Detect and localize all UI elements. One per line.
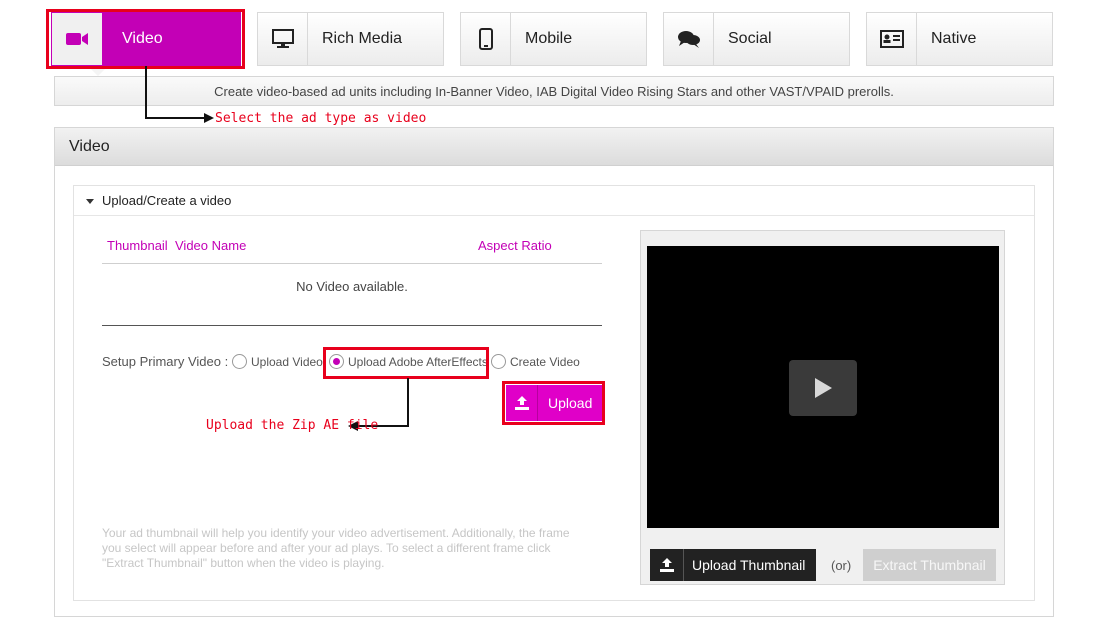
upload-label: Upload (548, 395, 593, 411)
radio-create-video[interactable]: Create Video (491, 354, 580, 369)
tab-video[interactable]: Video (51, 12, 241, 66)
setup-label: Setup Primary Video : (102, 354, 229, 369)
mobile-phone-icon (461, 13, 511, 65)
radio-upload-after-effects[interactable]: Upload Adobe AfterEffects (329, 354, 488, 369)
radio-label: Upload Adobe AfterEffects (348, 354, 488, 369)
radio-upload-video[interactable]: Upload Video (232, 354, 323, 369)
tab-label: Social (728, 30, 772, 47)
radio-button-selected[interactable] (329, 354, 344, 369)
upload-thumbnail-button[interactable]: Upload Thumbnail (650, 549, 816, 581)
upload-icon (650, 549, 684, 581)
radio-label: Create Video (510, 354, 580, 369)
video-camera-icon (52, 13, 102, 65)
tab-mobile[interactable]: Mobile (460, 12, 647, 66)
caret-down-icon (86, 199, 94, 205)
empty-message: No Video available. (296, 279, 408, 294)
monitor-icon (258, 13, 308, 65)
play-button[interactable] (789, 360, 857, 416)
tab-label: Mobile (525, 30, 573, 47)
radio-button[interactable] (232, 354, 247, 369)
panel-title: Video (55, 128, 1053, 166)
col-thumbnail: Thumbnail (107, 238, 168, 253)
upload-icon (506, 385, 538, 421)
play-icon (815, 378, 832, 398)
tab-native[interactable]: Native (866, 12, 1053, 66)
upload-thumbnail-label: Upload Thumbnail (692, 557, 806, 573)
id-card-icon (867, 13, 917, 65)
divider (102, 325, 602, 326)
tab-rich-media[interactable]: Rich Media (257, 12, 444, 66)
col-aspect-ratio: Aspect Ratio (478, 238, 552, 253)
or-separator: (or) (831, 558, 852, 573)
chat-bubbles-icon (664, 13, 714, 65)
thumbnail-hint: Your ad thumbnail will help you identify… (102, 526, 570, 570)
annotation-select-ad-type: Select the ad type as video (215, 111, 427, 126)
tab-social[interactable]: Social (663, 12, 850, 66)
upload-button[interactable]: Upload (506, 385, 602, 421)
divider (102, 263, 602, 264)
radio-button[interactable] (491, 354, 506, 369)
tab-label: Native (931, 30, 977, 47)
tab-label: Video (122, 30, 163, 47)
col-video-name: Video Name (175, 238, 247, 253)
annotation-arrow-select (145, 66, 214, 123)
annotation-upload-zip: Upload the Zip AE file (206, 418, 379, 433)
extract-thumbnail-button[interactable]: Extract Thumbnail (863, 549, 996, 581)
section-title: Upload/Create a video (102, 193, 232, 208)
tab-label: Rich Media (322, 30, 403, 47)
active-tab-pointer (88, 66, 108, 76)
section-toggle[interactable]: Upload/Create a video (74, 186, 1034, 216)
radio-label: Upload Video (251, 354, 323, 369)
